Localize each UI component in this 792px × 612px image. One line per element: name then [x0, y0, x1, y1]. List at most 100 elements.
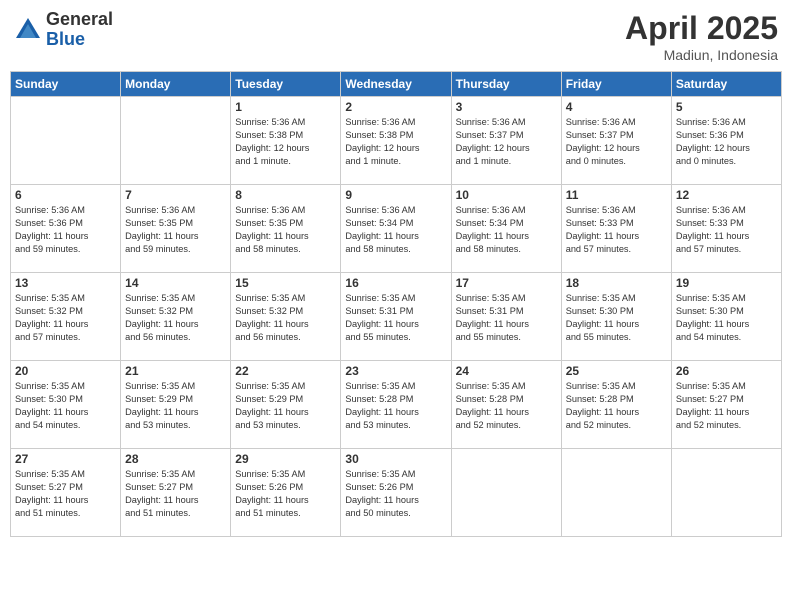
- day-number: 9: [345, 188, 446, 202]
- day-info: Sunrise: 5:36 AM Sunset: 5:37 PM Dayligh…: [566, 116, 667, 168]
- header-cell-saturday: Saturday: [671, 72, 781, 97]
- day-cell: [561, 449, 671, 537]
- day-cell: 17 Sunrise: 5:35 AM Sunset: 5:31 PM Dayli…: [451, 273, 561, 361]
- day-cell: 8 Sunrise: 5:36 AM Sunset: 5:35 PM Daylig…: [231, 185, 341, 273]
- day-info: Sunrise: 5:36 AM Sunset: 5:35 PM Dayligh…: [125, 204, 226, 256]
- day-cell: 22Sunrise: 5:35 AM Sunset: 5:29 PM Dayli…: [231, 361, 341, 449]
- day-number: 6: [15, 188, 116, 202]
- day-info: Sunrise: 5:36 AM Sunset: 5:36 PM Dayligh…: [15, 204, 116, 256]
- day-number: 23: [345, 364, 446, 378]
- day-info: Sunrise: 5:35 AM Sunset: 5:28 PM Dayligh…: [456, 380, 557, 432]
- day-info: Sunrise: 5:36 AM Sunset: 5:34 PM Dayligh…: [345, 204, 446, 256]
- day-info: Sunrise: 5:35 AM Sunset: 5:32 PM Dayligh…: [15, 292, 116, 344]
- day-info: Sunrise: 5:35 AM Sunset: 5:31 PM Dayligh…: [345, 292, 446, 344]
- day-cell: 18Sunrise: 5:35 AM Sunset: 5:30 PM Dayli…: [561, 273, 671, 361]
- day-cell: 11Sunrise: 5:36 AM Sunset: 5:33 PM Dayli…: [561, 185, 671, 273]
- day-cell: 30 Sunrise: 5:35 AM Sunset: 5:26 PM Dayli…: [341, 449, 451, 537]
- day-number: 21: [125, 364, 226, 378]
- day-cell: 15Sunrise: 5:35 AM Sunset: 5:32 PM Dayli…: [231, 273, 341, 361]
- day-cell: 7 Sunrise: 5:36 AM Sunset: 5:35 PM Daylig…: [121, 185, 231, 273]
- day-cell: 26 Sunrise: 5:35 AM Sunset: 5:27 PM Dayli…: [671, 361, 781, 449]
- header-cell-tuesday: Tuesday: [231, 72, 341, 97]
- day-info: Sunrise: 5:35 AM Sunset: 5:27 PM Dayligh…: [676, 380, 777, 432]
- day-cell: 28 Sunrise: 5:35 AM Sunset: 5:27 PM Dayli…: [121, 449, 231, 537]
- day-number: 7: [125, 188, 226, 202]
- day-info: Sunrise: 5:36 AM Sunset: 5:34 PM Dayligh…: [456, 204, 557, 256]
- week-row-3: 13 Sunrise: 5:35 AM Sunset: 5:32 PM Dayli…: [11, 273, 782, 361]
- day-info: Sunrise: 5:36 AM Sunset: 5:36 PM Dayligh…: [676, 116, 777, 168]
- header-cell-wednesday: Wednesday: [341, 72, 451, 97]
- logo-blue-text: Blue: [46, 30, 113, 50]
- title-block: April 2025 Madiun, Indonesia: [625, 10, 778, 63]
- day-number: 29: [235, 452, 336, 466]
- month-title: April 2025: [625, 10, 778, 47]
- day-number: 26: [676, 364, 777, 378]
- day-number: 11: [566, 188, 667, 202]
- day-number: 22: [235, 364, 336, 378]
- day-cell: 24 Sunrise: 5:35 AM Sunset: 5:28 PM Dayli…: [451, 361, 561, 449]
- day-cell: 16 Sunrise: 5:35 AM Sunset: 5:31 PM Dayli…: [341, 273, 451, 361]
- day-info: Sunrise: 5:35 AM Sunset: 5:27 PM Dayligh…: [125, 468, 226, 520]
- day-cell: 5 Sunrise: 5:36 AM Sunset: 5:36 PM Daylig…: [671, 97, 781, 185]
- day-number: 16: [345, 276, 446, 290]
- logo-icon: [14, 16, 42, 44]
- day-number: 5: [676, 100, 777, 114]
- day-number: 14: [125, 276, 226, 290]
- header-cell-monday: Monday: [121, 72, 231, 97]
- header-cell-sunday: Sunday: [11, 72, 121, 97]
- day-info: Sunrise: 5:35 AM Sunset: 5:31 PM Dayligh…: [456, 292, 557, 344]
- day-number: 3: [456, 100, 557, 114]
- day-cell: 27Sunrise: 5:35 AM Sunset: 5:27 PM Dayli…: [11, 449, 121, 537]
- day-cell: 9 Sunrise: 5:36 AM Sunset: 5:34 PM Daylig…: [341, 185, 451, 273]
- day-info: Sunrise: 5:35 AM Sunset: 5:29 PM Dayligh…: [125, 380, 226, 432]
- day-cell: 4 Sunrise: 5:36 AM Sunset: 5:37 PM Daylig…: [561, 97, 671, 185]
- day-info: Sunrise: 5:35 AM Sunset: 5:27 PM Dayligh…: [15, 468, 116, 520]
- day-cell: 21 Sunrise: 5:35 AM Sunset: 5:29 PM Dayli…: [121, 361, 231, 449]
- day-number: 4: [566, 100, 667, 114]
- day-info: Sunrise: 5:36 AM Sunset: 5:38 PM Dayligh…: [345, 116, 446, 168]
- page-header: General Blue April 2025 Madiun, Indonesi…: [10, 10, 782, 63]
- day-number: 28: [125, 452, 226, 466]
- day-cell: [671, 449, 781, 537]
- day-cell: 25 Sunrise: 5:35 AM Sunset: 5:28 PM Dayli…: [561, 361, 671, 449]
- day-cell: 3 Sunrise: 5:36 AM Sunset: 5:37 PM Daylig…: [451, 97, 561, 185]
- day-cell: [451, 449, 561, 537]
- day-info: Sunrise: 5:35 AM Sunset: 5:26 PM Dayligh…: [345, 468, 446, 520]
- day-cell: 1 Sunrise: 5:36 AM Sunset: 5:38 PM Daylig…: [231, 97, 341, 185]
- day-info: Sunrise: 5:35 AM Sunset: 5:30 PM Dayligh…: [566, 292, 667, 344]
- day-info: Sunrise: 5:35 AM Sunset: 5:32 PM Dayligh…: [125, 292, 226, 344]
- day-info: Sunrise: 5:35 AM Sunset: 5:32 PM Dayligh…: [235, 292, 336, 344]
- day-number: 8: [235, 188, 336, 202]
- day-number: 10: [456, 188, 557, 202]
- day-number: 12: [676, 188, 777, 202]
- week-row-4: 20 Sunrise: 5:35 AM Sunset: 5:30 PM Dayli…: [11, 361, 782, 449]
- day-cell: 2Sunrise: 5:36 AM Sunset: 5:38 PM Daylig…: [341, 97, 451, 185]
- day-number: 30: [345, 452, 446, 466]
- day-info: Sunrise: 5:35 AM Sunset: 5:26 PM Dayligh…: [235, 468, 336, 520]
- day-number: 1: [235, 100, 336, 114]
- day-info: Sunrise: 5:36 AM Sunset: 5:37 PM Dayligh…: [456, 116, 557, 168]
- week-row-1: 1 Sunrise: 5:36 AM Sunset: 5:38 PM Daylig…: [11, 97, 782, 185]
- day-number: 20: [15, 364, 116, 378]
- day-cell: 19Sunrise: 5:35 AM Sunset: 5:30 PM Dayli…: [671, 273, 781, 361]
- day-info: Sunrise: 5:36 AM Sunset: 5:35 PM Dayligh…: [235, 204, 336, 256]
- day-info: Sunrise: 5:35 AM Sunset: 5:28 PM Dayligh…: [566, 380, 667, 432]
- day-cell: 12 Sunrise: 5:36 AM Sunset: 5:33 PM Dayli…: [671, 185, 781, 273]
- day-cell: 6 Sunrise: 5:36 AM Sunset: 5:36 PM Daylig…: [11, 185, 121, 273]
- day-cell: 20 Sunrise: 5:35 AM Sunset: 5:30 PM Dayli…: [11, 361, 121, 449]
- day-number: 17: [456, 276, 557, 290]
- day-info: Sunrise: 5:35 AM Sunset: 5:28 PM Dayligh…: [345, 380, 446, 432]
- day-cell: 29 Sunrise: 5:35 AM Sunset: 5:26 PM Dayli…: [231, 449, 341, 537]
- day-info: Sunrise: 5:36 AM Sunset: 5:33 PM Dayligh…: [676, 204, 777, 256]
- day-number: 24: [456, 364, 557, 378]
- week-row-2: 6 Sunrise: 5:36 AM Sunset: 5:36 PM Daylig…: [11, 185, 782, 273]
- day-info: Sunrise: 5:36 AM Sunset: 5:38 PM Dayligh…: [235, 116, 336, 168]
- day-number: 25: [566, 364, 667, 378]
- day-number: 13: [15, 276, 116, 290]
- day-number: 19: [676, 276, 777, 290]
- day-cell: 23 Sunrise: 5:35 AM Sunset: 5:28 PM Dayli…: [341, 361, 451, 449]
- logo-general: General: [46, 10, 113, 30]
- day-info: Sunrise: 5:35 AM Sunset: 5:30 PM Dayligh…: [15, 380, 116, 432]
- day-cell: 10 Sunrise: 5:36 AM Sunset: 5:34 PM Dayli…: [451, 185, 561, 273]
- header-row: SundayMondayTuesdayWednesdayThursdayFrid…: [11, 72, 782, 97]
